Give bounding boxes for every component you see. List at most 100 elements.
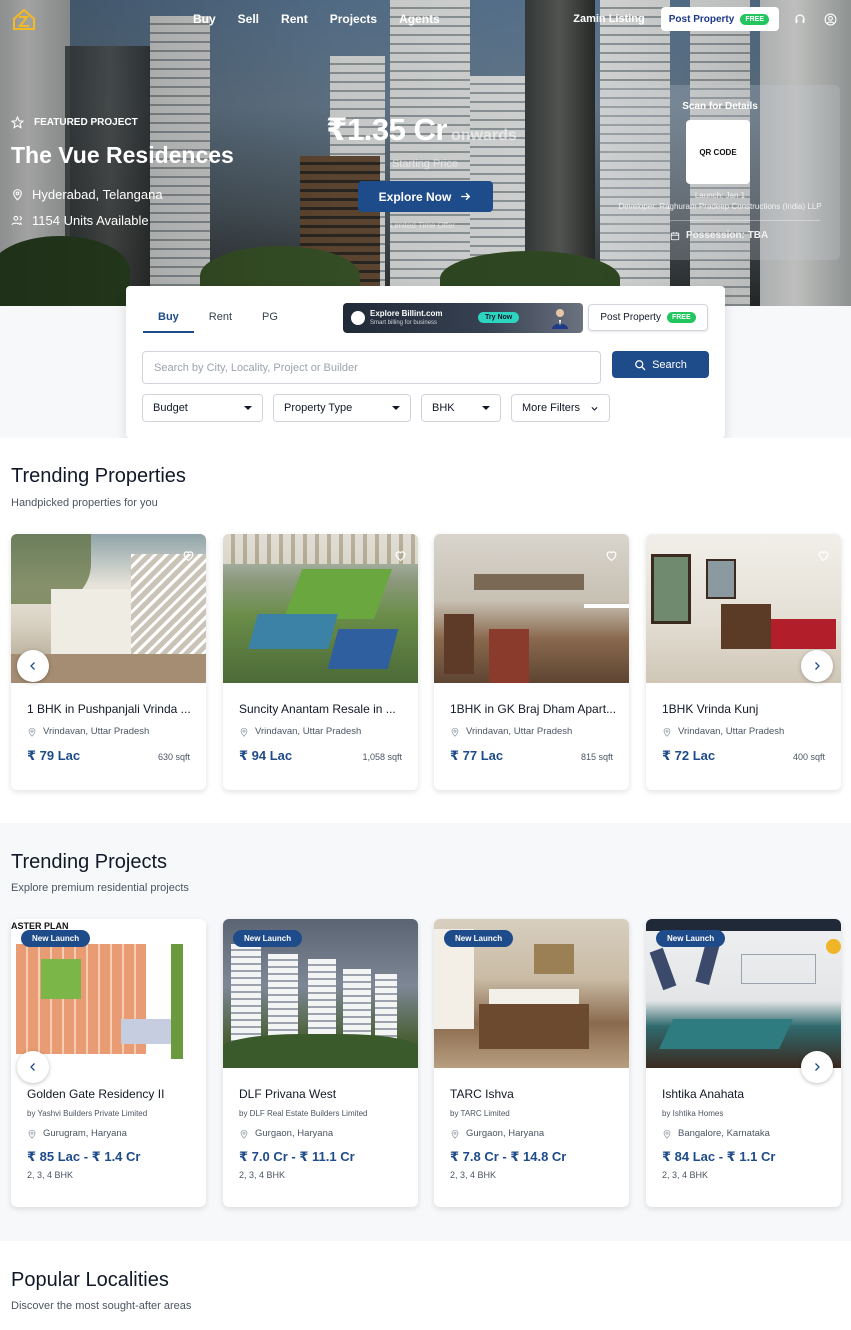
- billint-banner[interactable]: Explore Billint.com Smart billing for bu…: [343, 303, 583, 333]
- top-nav: Buy Sell Rent Projects Agents Zamin List…: [0, 0, 851, 38]
- location-pin-icon: [451, 727, 459, 737]
- carousel-next-button[interactable]: [801, 650, 833, 682]
- more-filters-button[interactable]: More Filters: [511, 394, 610, 422]
- nav-link-rent[interactable]: Rent: [281, 12, 308, 26]
- property-area: 400 sqft: [792, 752, 825, 762]
- nav-link-agents[interactable]: Agents: [399, 12, 440, 26]
- property-location-text: Vrindavan, Uttar Pradesh: [43, 726, 150, 737]
- divider: [670, 220, 820, 221]
- billint-title: Explore Billint.com: [370, 309, 443, 318]
- section-title: Trending Projects: [11, 851, 167, 873]
- property-title[interactable]: 1 BHK in Pushpanjali Vrinda ...: [27, 702, 197, 716]
- project-location: Gurgaon, Haryana: [239, 1128, 333, 1139]
- chevron-down-icon: [244, 406, 252, 410]
- property-card[interactable]: 1BHK in GK Braj Dham Apart... Vrindavan,…: [434, 534, 629, 790]
- starting-price-label: Starting Price: [392, 158, 459, 170]
- new-launch-badge: New Launch: [444, 930, 514, 947]
- project-title[interactable]: TARC Ishva: [450, 1087, 620, 1101]
- zamin-listing-link[interactable]: Zamin Listing: [573, 13, 645, 25]
- project-card[interactable]: New Launch DLF Privana West by DLF Real …: [223, 919, 418, 1207]
- user-icon[interactable]: [821, 10, 839, 28]
- qr-code[interactable]: QR CODE: [686, 120, 750, 184]
- more-filters-label: More Filters: [522, 402, 581, 414]
- scan-label: Scan for Details: [682, 101, 758, 112]
- property-title[interactable]: Suncity Anantam Resale in ...: [239, 702, 409, 716]
- nav-link-sell[interactable]: Sell: [238, 12, 259, 26]
- project-title[interactable]: Golden Gate Residency II: [27, 1087, 197, 1101]
- project-card[interactable]: New Launch TARC Ishva by TARC Limited Gu…: [434, 919, 629, 1207]
- hero-location: Hyderabad, Telangana: [11, 187, 163, 202]
- new-launch-badge: New Launch: [233, 930, 303, 947]
- chevron-right-icon: [815, 1063, 820, 1071]
- carousel-prev-button[interactable]: [17, 650, 49, 682]
- search-card: Buy Rent PG Explore Billint.com Smart bi…: [126, 286, 725, 438]
- project-location-text: Gurgaon, Haryana: [466, 1128, 545, 1139]
- project-location: Gurugram, Haryana: [27, 1128, 127, 1139]
- property-type-dropdown[interactable]: Property Type: [273, 394, 411, 422]
- project-developer: by TARC Limited: [450, 1109, 510, 1118]
- limited-offer-label: Limited Time Offer: [390, 221, 456, 230]
- project-developer: by Yashvi Builders Private Limited: [27, 1109, 148, 1118]
- search-button[interactable]: Search: [612, 351, 709, 378]
- project-bhk: 2, 3, 4 BHK: [239, 1170, 286, 1180]
- project-location: Gurgaon, Haryana: [450, 1128, 544, 1139]
- chevron-down-icon: [482, 406, 490, 410]
- post-property-button[interactable]: Post Property FREE: [660, 7, 779, 31]
- budget-dropdown[interactable]: Budget: [142, 394, 263, 422]
- project-bhk: 2, 3, 4 BHK: [662, 1170, 709, 1180]
- property-card[interactable]: Suncity Anantam Resale in ... Vrindavan,…: [223, 534, 418, 790]
- property-location: Vrindavan, Uttar Pradesh: [662, 726, 784, 737]
- hero-location-text: Hyderabad, Telangana: [32, 187, 163, 202]
- property-price: ₹ 94 Lac: [239, 748, 293, 763]
- project-bhk: 2, 3, 4 BHK: [450, 1170, 497, 1180]
- logo-icon[interactable]: [12, 7, 36, 31]
- free-badge: FREE: [666, 312, 696, 323]
- heart-icon[interactable]: [394, 549, 407, 562]
- new-launch-badge: New Launch: [21, 930, 91, 947]
- section-subtitle: Handpicked properties for you: [11, 497, 158, 509]
- price-value: ₹1.35 Cr: [326, 112, 447, 147]
- property-location-text: Vrindavan, Uttar Pradesh: [678, 726, 785, 737]
- carousel-next-button[interactable]: [801, 1051, 833, 1083]
- explore-now-button[interactable]: Explore Now: [358, 181, 493, 212]
- location-pin-icon: [240, 727, 248, 737]
- search-input[interactable]: [142, 351, 601, 384]
- chevron-right-icon: [815, 662, 820, 670]
- chevron-left-icon: [30, 1063, 35, 1071]
- carousel-prev-button[interactable]: [17, 1051, 49, 1083]
- location-pin-icon: [13, 189, 22, 201]
- bhk-dropdown[interactable]: BHK: [421, 394, 501, 422]
- project-location-text: Gurgaon, Haryana: [255, 1128, 334, 1139]
- project-title[interactable]: DLF Privana West: [239, 1087, 409, 1101]
- property-image[interactable]: [434, 534, 629, 683]
- nav-link-buy[interactable]: Buy: [193, 12, 216, 26]
- property-title[interactable]: 1BHK Vrinda Kunj: [662, 702, 832, 716]
- billint-logo-icon: [351, 311, 365, 325]
- project-price: ₹ 85 Lac - ₹ 1.4 Cr: [27, 1149, 141, 1164]
- post-property-card-button[interactable]: Post Property FREE: [588, 304, 708, 331]
- tab-buy[interactable]: Buy: [143, 308, 194, 333]
- nav-link-projects[interactable]: Projects: [330, 12, 377, 26]
- try-now-button[interactable]: Try Now: [478, 312, 520, 323]
- location-pin-icon: [240, 1129, 248, 1139]
- project-location: Bangalore, Karnataka: [662, 1128, 770, 1139]
- section-title: Trending Properties: [11, 465, 186, 487]
- property-location: Vrindavan, Uttar Pradesh: [450, 726, 572, 737]
- tab-rent[interactable]: Rent: [194, 308, 247, 333]
- heart-icon[interactable]: [605, 549, 618, 562]
- property-area: 1,058 sqft: [362, 752, 402, 762]
- project-location-text: Gurugram, Haryana: [43, 1128, 127, 1139]
- heart-icon[interactable]: [182, 549, 195, 562]
- billint-subtitle: Smart billing for business: [370, 320, 438, 326]
- property-image[interactable]: [223, 534, 418, 683]
- heart-icon[interactable]: [817, 549, 830, 562]
- project-title[interactable]: Ishtika Anahata: [662, 1087, 832, 1101]
- property-title[interactable]: 1BHK in GK Braj Dham Apart...: [450, 702, 620, 716]
- tab-pg[interactable]: PG: [247, 308, 293, 333]
- property-location-text: Vrindavan, Uttar Pradesh: [466, 726, 573, 737]
- possession: Possession: TBA: [670, 230, 768, 241]
- hero-units-text: 1154 Units Available: [32, 213, 149, 228]
- post-property-card-label: Post Property: [600, 312, 661, 323]
- headset-icon[interactable]: [791, 10, 809, 28]
- chevron-left-icon: [30, 662, 35, 670]
